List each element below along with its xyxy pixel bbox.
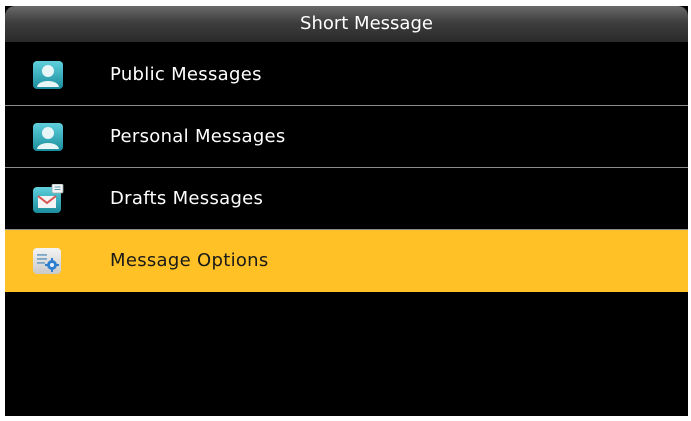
menu-list: Public Messages Personal Messages Drafts… <box>5 44 688 292</box>
menu-item-label: Personal Messages <box>110 126 286 147</box>
menu-item-label: Public Messages <box>110 64 262 85</box>
public-messages-icon <box>32 60 64 90</box>
title-bar: Short Message <box>5 6 688 42</box>
menu-item-drafts-messages[interactable]: Drafts Messages <box>5 168 688 230</box>
menu-item-label: Drafts Messages <box>110 188 264 209</box>
drafts-messages-icon <box>32 184 64 214</box>
page-title: Short Message <box>300 13 433 34</box>
menu-item-public-messages[interactable]: Public Messages <box>5 44 688 106</box>
menu-item-label: Message Options <box>110 250 269 271</box>
personal-messages-icon <box>32 122 64 152</box>
menu-item-message-options[interactable]: Message Options <box>5 230 688 292</box>
message-options-icon <box>32 246 64 276</box>
menu-item-personal-messages[interactable]: Personal Messages <box>5 106 688 168</box>
device-screen: Short Message Public Messages Personal M… <box>5 6 688 416</box>
